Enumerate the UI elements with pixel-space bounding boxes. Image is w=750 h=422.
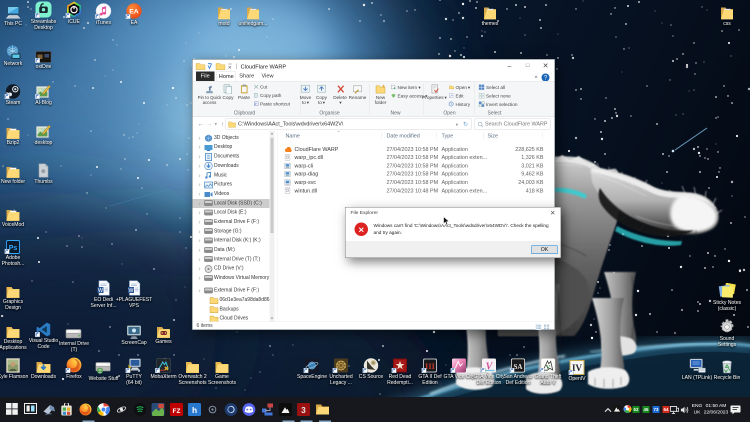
svg-text:SA: SA (514, 363, 523, 371)
svg-text:W: W (98, 288, 103, 294)
svg-text:V: V (546, 364, 551, 371)
svg-text:3: 3 (301, 405, 306, 415)
svg-text:Ps: Ps (9, 245, 18, 252)
svg-text:IV: IV (572, 363, 583, 373)
svg-text:W: W (129, 288, 134, 294)
svg-text:FZ: FZ (172, 408, 180, 415)
svg-text:h: h (192, 405, 197, 415)
svg-text:EA: EA (129, 9, 139, 16)
svg-text:III: III (425, 361, 436, 371)
